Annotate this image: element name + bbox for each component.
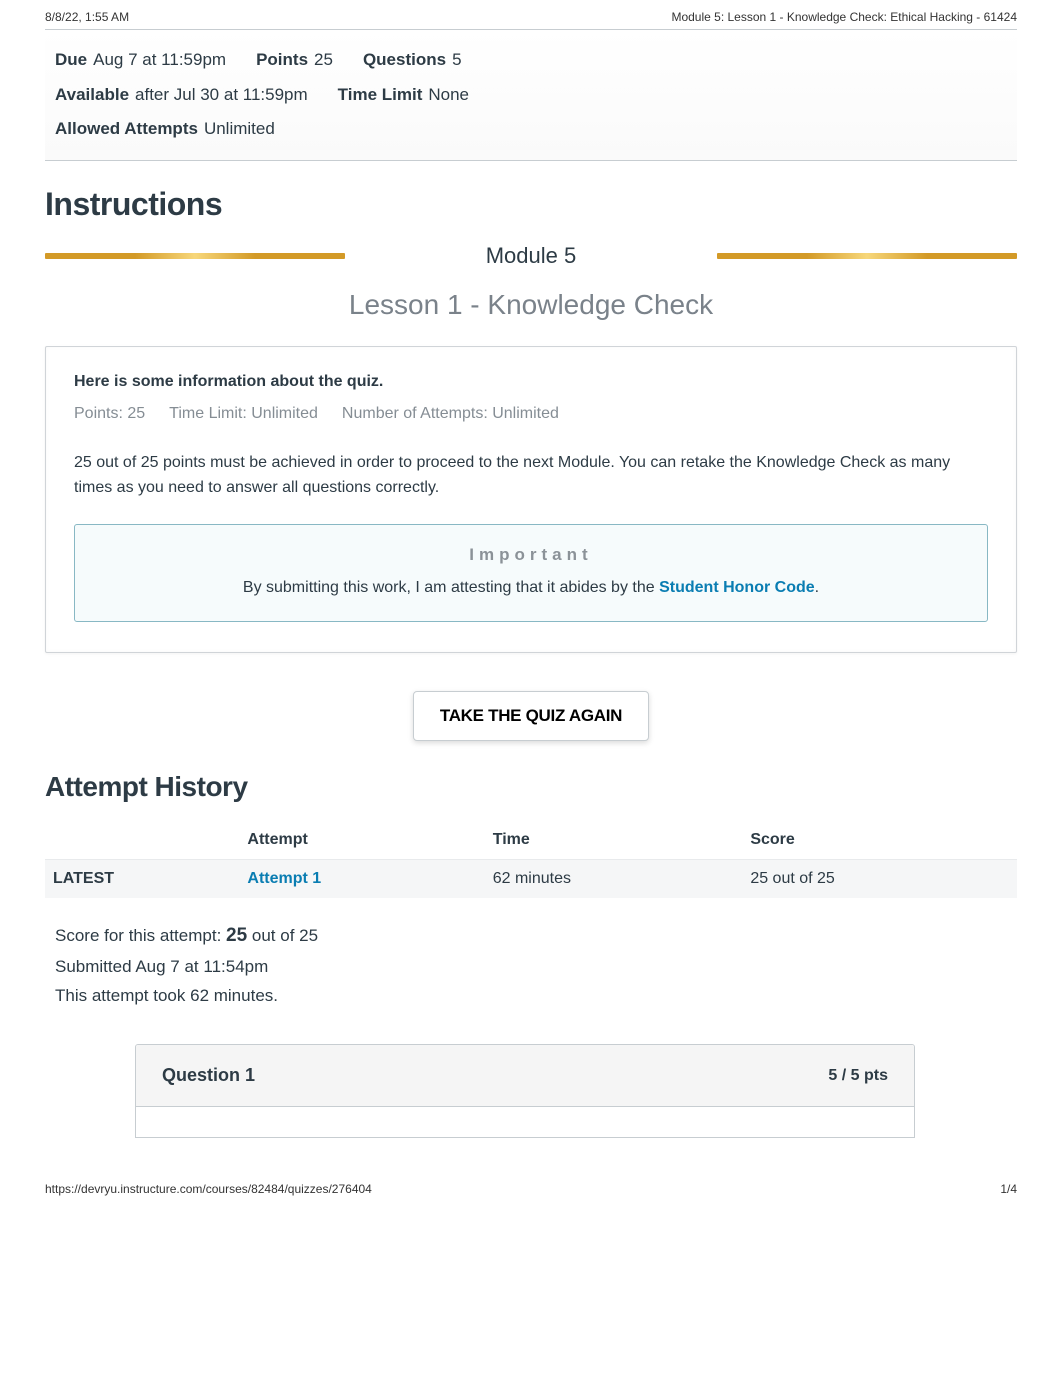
question-body — [136, 1107, 914, 1137]
score-prefix: Score for this attempt: — [55, 926, 226, 945]
row-latest-tag: LATEST — [45, 860, 239, 899]
module-title: Module 5 — [486, 243, 577, 269]
info-heading: Here is some information about the quiz. — [74, 373, 988, 391]
attempt-link[interactable]: Attempt 1 — [247, 870, 321, 887]
quiz-info-card: Here is some information about the quiz.… — [45, 346, 1017, 654]
module-title-row: Module 5 — [45, 243, 1017, 269]
col-attempt: Attempt — [239, 821, 484, 860]
summary-allowed-attempts: Allowed AttemptsUnlimited — [55, 114, 275, 145]
print-header: 8/8/22, 1:55 AM Module 5: Lesson 1 - Kno… — [0, 0, 1062, 29]
summary-timelimit: Time LimitNone — [338, 80, 469, 111]
summary-questions: Questions5 — [363, 45, 462, 76]
important-prefix: By submitting this work, I am attesting … — [243, 579, 659, 596]
print-footer: https://devryu.instructure.com/courses/8… — [0, 1158, 1062, 1206]
value: Unlimited — [204, 114, 275, 145]
info-description: 25 out of 25 points must be achieved in … — [74, 451, 988, 501]
table-row: LATEST Attempt 1 62 minutes 25 out of 25 — [45, 860, 1017, 899]
summary-available: Availableafter Jul 30 at 11:59pm — [55, 80, 308, 111]
print-datetime: 8/8/22, 1:55 AM — [45, 10, 129, 24]
table-header-row: Attempt Time Score — [45, 821, 1017, 860]
attempt-history-heading: Attempt History — [45, 771, 1017, 803]
label: Points — [256, 45, 308, 76]
accent-strip-left — [45, 253, 345, 259]
quiz-summary-bar: DueAug 7 at 11:59pm Points25 Questions5 … — [45, 29, 1017, 161]
row-score: 25 out of 25 — [742, 860, 1017, 899]
meta-points: Points: 25 — [74, 405, 145, 423]
question-header: Question 1 5 / 5 pts — [136, 1045, 914, 1107]
meta-attempts: Number of Attempts: Unlimited — [342, 405, 559, 423]
score-big: 25 — [226, 925, 247, 946]
lesson-title: Lesson 1 - Knowledge Check — [45, 289, 1017, 321]
col-score: Score — [742, 821, 1017, 860]
label: Available — [55, 80, 129, 111]
attempt-history-table: Attempt Time Score LATEST Attempt 1 62 m… — [45, 821, 1017, 898]
score-line: Score for this attempt: 25 out of 25 — [55, 920, 1007, 952]
question-label: Question 1 — [162, 1065, 255, 1086]
important-suffix: . — [815, 579, 819, 596]
footer-url: https://devryu.instructure.com/courses/8… — [45, 1182, 372, 1196]
question-box: Question 1 5 / 5 pts — [135, 1044, 915, 1138]
score-block: Score for this attempt: 25 out of 25 Sub… — [45, 898, 1017, 1028]
score-rest: out of 25 — [247, 926, 318, 945]
info-meta: Points: 25 Time Limit: Unlimited Number … — [74, 405, 988, 423]
row-time: 62 minutes — [485, 860, 743, 899]
label: Allowed Attempts — [55, 114, 198, 145]
important-box: Important By submitting this work, I am … — [74, 524, 988, 622]
label: Questions — [363, 45, 446, 76]
instructions-heading: Instructions — [45, 186, 1017, 223]
question-points: 5 / 5 pts — [828, 1067, 888, 1085]
summary-due: DueAug 7 at 11:59pm — [55, 45, 226, 76]
label: Due — [55, 45, 87, 76]
honor-code-link[interactable]: Student Honor Code — [659, 579, 815, 596]
col-time: Time — [485, 821, 743, 860]
value: None — [428, 80, 469, 111]
submitted-line: Submitted Aug 7 at 11:54pm — [55, 953, 1007, 982]
label: Time Limit — [338, 80, 423, 111]
value: after Jul 30 at 11:59pm — [135, 80, 308, 111]
accent-strip-right — [717, 253, 1017, 259]
value: 25 — [314, 45, 333, 76]
take-quiz-again-button[interactable]: TAKE THE QUIZ AGAIN — [413, 691, 649, 741]
value: Aug 7 at 11:59pm — [93, 45, 226, 76]
value: 5 — [452, 45, 461, 76]
print-title: Module 5: Lesson 1 - Knowledge Check: Et… — [671, 10, 1017, 24]
important-text: By submitting this work, I am attesting … — [101, 579, 961, 597]
meta-timelimit: Time Limit: Unlimited — [169, 405, 318, 423]
important-title: Important — [101, 545, 961, 565]
summary-points: Points25 — [256, 45, 333, 76]
duration-line: This attempt took 62 minutes. — [55, 982, 1007, 1011]
footer-page: 1/4 — [1000, 1182, 1017, 1196]
